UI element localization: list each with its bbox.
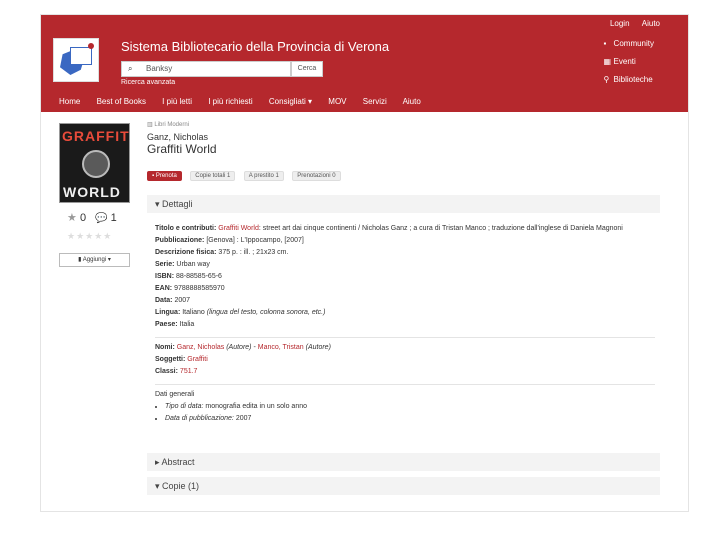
title-link[interactable]: Graffiti World: [218, 225, 259, 232]
star-icon: ★: [67, 212, 77, 224]
nav-help[interactable]: Aiuto: [403, 97, 421, 106]
divider: [155, 337, 655, 338]
calendar-icon: ▦: [603, 57, 612, 66]
book-cover[interactable]: GRAFFITI WORLD: [59, 123, 130, 203]
search-input[interactable]: ⌕ Banksy: [121, 61, 291, 77]
divider: [155, 384, 655, 385]
caret-down-icon: ▾: [155, 481, 163, 491]
rating-count: 0: [79, 212, 87, 224]
reserve-button[interactable]: ▪ Prenota: [147, 171, 182, 181]
material-type: ▥ Libri Moderni: [147, 122, 190, 128]
detail-country: Paese: Italia: [155, 321, 195, 328]
nav-most-requested[interactable]: I più richiesti: [208, 97, 252, 106]
detail-date: Data: 2007: [155, 297, 191, 304]
list-item: Tipo di data: monografia edita in un sol…: [165, 401, 655, 413]
advanced-search-link[interactable]: Ricerca avanzata: [121, 79, 175, 86]
detail-description: Descrizione fisica: 375 p. : ill. ; 21x2…: [155, 249, 289, 256]
detail-names: Nomi: Ganz, Nicholas (Autore) - Manco, T…: [155, 344, 331, 351]
general-data-list: Tipo di data: monografia edita in un sol…: [155, 401, 655, 425]
detail-classes: Classi: 751.7: [155, 368, 198, 375]
list-item: Data di pubblicazione: 2007: [165, 413, 655, 425]
header-right-links: ▪ Community ▦ Eventi ⚲ Biblioteche: [604, 39, 654, 93]
help-link[interactable]: Aiuto: [642, 19, 660, 28]
map-marker-icon: ⚲: [603, 75, 610, 84]
record-title: Graffiti World: [147, 142, 217, 156]
bookmark-icon: ▪: [152, 173, 155, 179]
top-links: Login Aiuto: [600, 19, 660, 28]
cover-title-line1: GRAFFITI: [62, 128, 130, 144]
nav-mov[interactable]: MOV: [328, 97, 346, 106]
record-header: ▥ Libri Moderni Ganz, Nicholas Graffiti …: [147, 121, 661, 181]
detail-series: Serie: Urban way: [155, 261, 210, 268]
action-buttons: ▪ Prenota Copie totali 1 A prestito 1 Pr…: [147, 164, 661, 181]
search-value: Banksy: [146, 64, 173, 73]
nav-services[interactable]: Servizi: [363, 97, 387, 106]
reservations-badge: Prenotazioni 0: [292, 171, 341, 181]
abstract-section-header[interactable]: ▸ Abstract: [147, 453, 660, 471]
comments-icon: ▪: [603, 39, 607, 48]
add-to-list-button[interactable]: ▮ Aggiungi ▾: [59, 253, 130, 267]
nav-home[interactable]: Home: [59, 97, 80, 106]
details-panel: Titolo e contributi: Graffiti World: str…: [155, 223, 655, 425]
browser-page: Login Aiuto Sistema Bibliotecario della …: [40, 14, 689, 512]
detail-ean: EAN: 9788888585970: [155, 285, 225, 292]
nav-best-of-books[interactable]: Best of Books: [97, 97, 146, 106]
logo-dot: [88, 43, 94, 49]
nav-most-read[interactable]: I più letti: [162, 97, 192, 106]
spray-can-illustration: [82, 150, 110, 178]
search-button[interactable]: Cerca: [291, 61, 323, 77]
events-link[interactable]: ▦ Eventi: [604, 57, 654, 66]
class-link[interactable]: 751.7: [180, 368, 198, 375]
site-header: Login Aiuto Sistema Bibliotecario della …: [41, 15, 688, 112]
comments-icon: 💬: [95, 213, 108, 224]
author-link-ganz[interactable]: Ganz, Nicholas: [177, 344, 224, 351]
on-loan-badge: A prestito 1: [243, 171, 284, 181]
detail-language: Lingua: Italiano (lingua del testo, colo…: [155, 309, 326, 316]
comment-count: 1: [110, 212, 117, 224]
nav-recommended[interactable]: Consigliati ▾: [269, 97, 312, 106]
cover-title-line2: WORLD: [63, 184, 121, 200]
details-section-header[interactable]: ▾ Dettagli: [147, 195, 660, 213]
login-link[interactable]: Login: [610, 19, 630, 28]
library-logo[interactable]: [53, 38, 99, 82]
community-link[interactable]: ▪ Community: [604, 39, 654, 48]
caret-down-icon: ▾: [155, 199, 163, 209]
rating-stars[interactable]: ★★★★★: [67, 231, 112, 242]
main-nav: Home Best of Books I più letti I più ric…: [59, 97, 435, 106]
author-link-manco[interactable]: Manco, Tristan: [258, 344, 304, 351]
rating-summary: ★ 0 💬 1: [67, 211, 117, 224]
detail-publication: Pubblicazione: [Genova] : L'Ippocampo, […: [155, 237, 304, 244]
site-title[interactable]: Sistema Bibliotecario della Provincia di…: [121, 39, 389, 54]
copies-section-header[interactable]: ▾ Copie (1): [147, 477, 660, 495]
detail-isbn: ISBN: 88-88585-65-6: [155, 273, 222, 280]
detail-title: Titolo e contributi: Graffiti World: str…: [155, 225, 623, 232]
book-icon: [70, 47, 92, 65]
detail-subjects: Soggetti: Graffiti: [155, 356, 208, 363]
libraries-link[interactable]: ⚲ Biblioteche: [604, 75, 654, 84]
general-data-heading: Dati generali: [155, 391, 195, 398]
search-icon: ⌕: [128, 64, 133, 73]
record-author[interactable]: Ganz, Nicholas: [147, 132, 661, 142]
subject-link[interactable]: Graffiti: [187, 356, 208, 363]
total-copies-badge: Copie totali 1: [190, 171, 236, 181]
